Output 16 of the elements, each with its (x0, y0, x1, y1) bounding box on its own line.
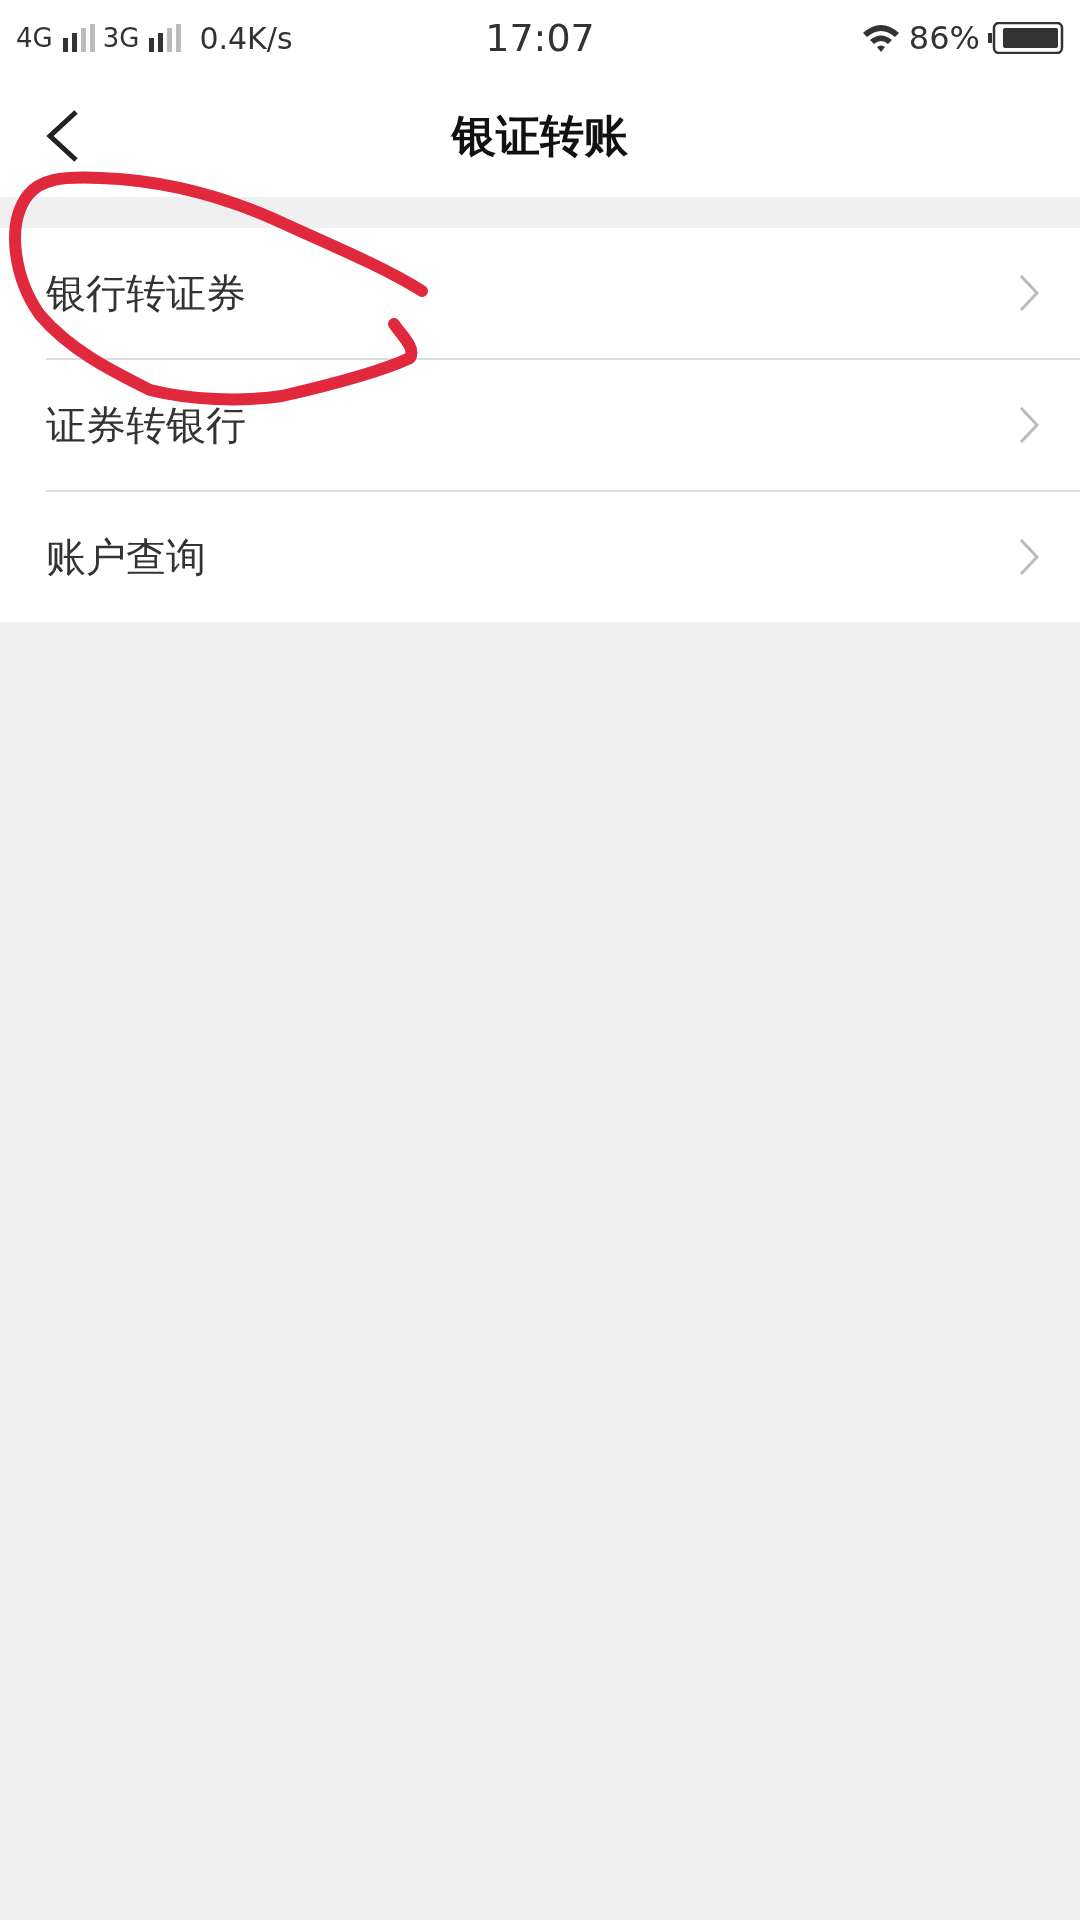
network-speed: 0.4K/s (199, 20, 293, 56)
menu-item[interactable]: 银行转证券 (46, 228, 1080, 360)
menu-item[interactable]: 账户查询 (46, 492, 1080, 622)
clock: 17:07 (485, 16, 595, 60)
network-type: 3G (102, 23, 140, 53)
chevron-icon (1018, 405, 1040, 445)
back-icon[interactable] (44, 109, 80, 163)
menu-item[interactable]: 证券转银行 (46, 360, 1080, 492)
signal-icon (60, 24, 95, 52)
chevron-icon (1018, 537, 1040, 577)
battery-percent: 86% (908, 19, 980, 57)
battery-icon (988, 22, 1064, 54)
network-type: 4G (16, 23, 53, 53)
signal-icon (147, 24, 182, 52)
chevron-icon (1018, 273, 1040, 313)
page-title: 银证转账 (452, 109, 628, 163)
